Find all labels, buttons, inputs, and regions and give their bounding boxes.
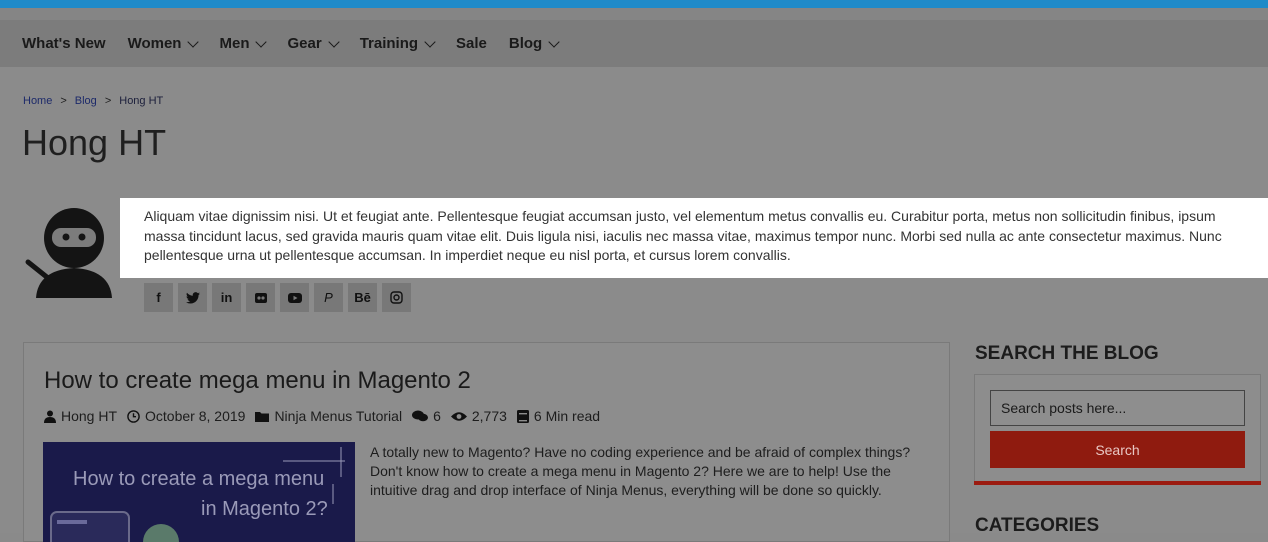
breadcrumb-separator: >	[104, 95, 112, 107]
breadcrumb-blog-link[interactable]: Blog	[75, 95, 97, 107]
search-widget-accent-line	[974, 481, 1261, 485]
search-button[interactable]: Search	[990, 431, 1245, 468]
author-bio: Aliquam vitae dignissim nisi. Ut et feug…	[120, 198, 1268, 278]
nav-item-label: Women	[127, 35, 182, 52]
author-avatar	[22, 206, 112, 316]
post-category[interactable]: Ninja Menus Tutorial	[255, 408, 402, 424]
search-widget: Search	[974, 374, 1261, 485]
breadcrumb-home-link[interactable]: Home	[23, 95, 52, 107]
folder-icon	[255, 411, 270, 422]
nav-item-label: Blog	[508, 35, 543, 52]
nav-item-men[interactable]: Men	[219, 35, 268, 52]
post-thumbnail[interactable]: How to create a mega menu in Magento 2?	[43, 442, 355, 542]
pinterest-icon[interactable]: P	[314, 283, 343, 312]
post-date-text: October 8, 2019	[145, 408, 246, 424]
book-icon	[516, 409, 529, 423]
nav-item-women[interactable]: Women	[127, 35, 200, 52]
instagram-icon[interactable]	[382, 283, 411, 312]
flickr-icon[interactable]	[246, 283, 275, 312]
chevron-down-icon	[328, 35, 340, 48]
nav-item-whats-new[interactable]: What's New	[22, 35, 106, 52]
nav-item-gear[interactable]: Gear	[287, 35, 340, 52]
post-comments[interactable]: 6	[412, 408, 441, 424]
linkedin-icon[interactable]: in	[212, 283, 241, 312]
post-author-name: Hong HT	[61, 408, 118, 424]
header-top-band	[0, 8, 1268, 20]
blog-post-card: How to create mega menu in Magento 2 Hon…	[23, 342, 950, 542]
ninja-avatar-icon	[25, 208, 112, 298]
chevron-down-icon	[255, 35, 268, 48]
nav-item-label: What's New	[22, 35, 106, 52]
post-comments-count: 6	[433, 408, 441, 424]
search-input[interactable]	[990, 390, 1245, 426]
nav-item-label: Men	[219, 35, 250, 52]
post-author[interactable]: Hong HT	[44, 408, 117, 424]
post-views: 2,773	[450, 408, 507, 424]
post-title-link[interactable]: How to create mega menu in Magento 2	[44, 367, 471, 395]
breadcrumb-separator: >	[60, 95, 67, 107]
page-title: Hong HT	[22, 122, 167, 163]
chevron-down-icon	[424, 35, 436, 48]
chevron-down-icon	[548, 35, 560, 48]
eye-icon	[450, 411, 467, 422]
nav-item-label: Gear	[287, 35, 322, 52]
nav-item-label: Sale	[456, 35, 487, 52]
post-views-count: 2,773	[471, 408, 507, 424]
categories-heading: CATEGORIES	[975, 515, 1100, 536]
post-read-time: 6 Min read	[516, 408, 601, 424]
nav-item-training[interactable]: Training	[359, 35, 436, 52]
nav-item-blog[interactable]: Blog	[508, 35, 560, 52]
post-date: October 8, 2019	[127, 408, 245, 424]
facebook-icon[interactable]: f	[144, 283, 173, 312]
behance-icon[interactable]: Bē	[348, 283, 377, 312]
post-meta: Hong HT October 8, 2019 Ninja Menus Tuto…	[44, 408, 610, 424]
breadcrumb-current: Hong HT	[119, 95, 164, 107]
search-blog-heading: SEARCH THE BLOG	[975, 343, 1159, 364]
nav-item-sale[interactable]: Sale	[456, 35, 487, 52]
post-read-time-text: 6 Min read	[533, 408, 601, 424]
main-navigation: What's New Women Men Gear Training Sale …	[0, 20, 1268, 67]
comments-icon	[412, 410, 429, 422]
chevron-down-icon	[187, 35, 200, 48]
post-excerpt: A totally new to Magento? Have no coding…	[370, 444, 911, 498]
nav-item-label: Training	[359, 35, 419, 52]
twitter-icon[interactable]	[178, 283, 207, 312]
youtube-icon[interactable]	[280, 283, 309, 312]
breadcrumb: Home > Blog > Hong HT	[23, 95, 163, 107]
thumbnail-decoration	[50, 447, 345, 542]
post-category-text: Ninja Menus Tutorial	[274, 408, 403, 424]
clock-icon	[127, 409, 140, 423]
user-icon	[44, 410, 56, 423]
social-links: f in P Bē	[144, 283, 416, 312]
